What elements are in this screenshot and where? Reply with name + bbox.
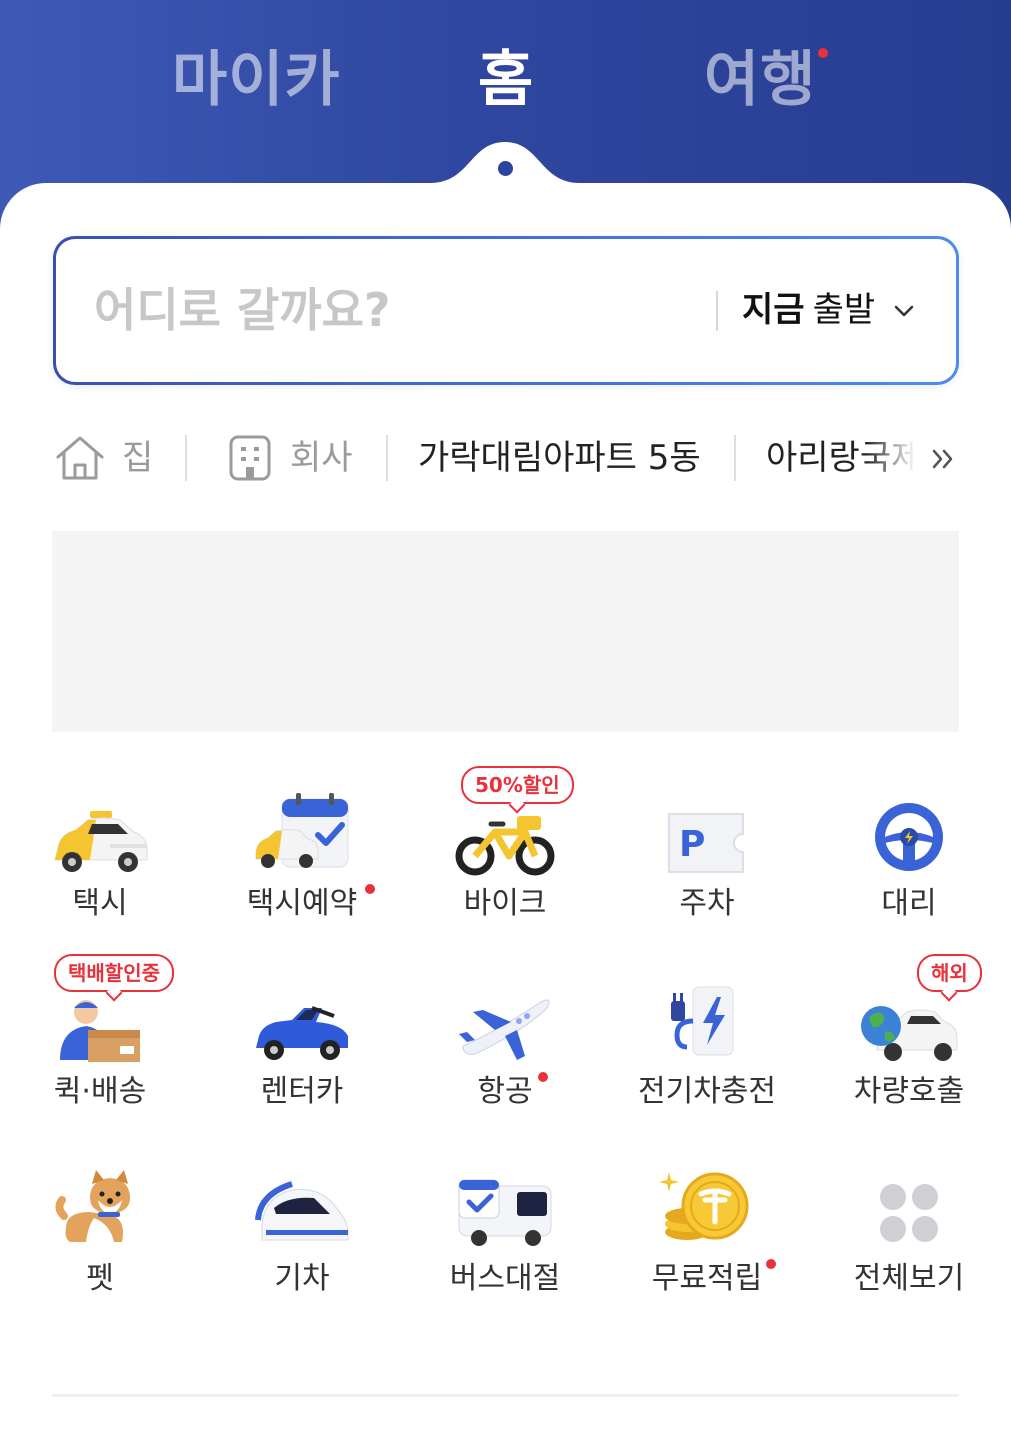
search-placeholder[interactable]: 어디로 갈까요? (94, 280, 391, 340)
shortcut-work-label: 회사 (290, 438, 353, 478)
departure-label: 출발 (812, 290, 876, 330)
bike-icon (455, 816, 555, 876)
service-label: 바이크 (463, 886, 547, 921)
service-view-all[interactable]: 전체보기 (809, 1155, 1009, 1305)
service-label: 전기차충전 (638, 1074, 776, 1109)
service-label: 항공 (477, 1074, 533, 1109)
double-chevron-right-icon[interactable] (930, 445, 958, 473)
delivery-icon (60, 1000, 140, 1062)
bus-charter-icon (458, 1179, 552, 1246)
shortcut-divider (734, 435, 736, 481)
new-dot (766, 1259, 776, 1269)
home-icon (56, 436, 104, 480)
new-dot (365, 884, 375, 894)
service-label: 택시 (72, 886, 128, 921)
service-ev-charging[interactable]: 전기차충전 (607, 968, 807, 1118)
taxi-reservation-icon (255, 793, 349, 868)
shortcut-home-label: 집 (122, 438, 154, 478)
travel-new-dot (818, 48, 828, 58)
all-menu-icon (880, 1184, 938, 1242)
service-train[interactable]: 기차 (202, 1155, 402, 1305)
departure-time-selector[interactable]: 지금 출발 (742, 285, 875, 335)
tab-indicator-notch (430, 142, 580, 190)
service-label: 버스대절 (449, 1261, 561, 1296)
service-bike[interactable]: 50%할인 바이크 (405, 766, 605, 930)
service-label: 펫 (86, 1261, 114, 1296)
pet-icon (55, 1170, 130, 1242)
service-label: 차량호출 (853, 1074, 965, 1109)
promo-banner[interactable] (52, 531, 959, 732)
shortcut-divider (185, 435, 187, 481)
shortcut-work[interactable]: 회사 (224, 425, 364, 491)
tab-home[interactable]: 홈 (478, 40, 534, 120)
service-free-points[interactable]: 무료적립 (607, 1155, 807, 1305)
steering-wheel-icon (875, 803, 943, 871)
service-label: 전체보기 (853, 1261, 965, 1296)
service-label: 대리 (881, 886, 937, 921)
section-divider (52, 1394, 959, 1397)
search-divider (716, 291, 718, 331)
favorite-places-bar: 집 회사 가락대림아파트 5동 아리랑국제 (52, 425, 962, 495)
service-label: 퀵·배송 (53, 1074, 147, 1109)
airplane-icon (459, 999, 550, 1060)
departure-time: 지금 (742, 290, 805, 330)
shortcut-home[interactable]: 집 (52, 425, 162, 491)
service-parking[interactable]: P 주차 (607, 780, 807, 930)
service-label: 기차 (274, 1261, 330, 1296)
active-tab-dot (498, 161, 513, 176)
service-designated-driver[interactable]: 대리 (809, 780, 1009, 930)
service-rental-car[interactable]: 렌터카 (202, 968, 402, 1118)
new-dot (538, 1072, 548, 1082)
destination-search-box[interactable]: 어디로 갈까요? 지금 출발 (53, 236, 959, 385)
global-car-icon (861, 1006, 958, 1061)
tab-travel[interactable]: 여행 (704, 40, 816, 120)
service-pet[interactable]: 펫 (0, 1155, 200, 1305)
service-label: 렌터카 (260, 1074, 344, 1109)
service-label: 무료적립 (651, 1261, 763, 1296)
fade-overlay (866, 425, 916, 491)
coin-icon (659, 1172, 749, 1240)
service-taxi-reservation[interactable]: 택시예약 (202, 780, 402, 930)
svg-text:P: P (679, 824, 705, 865)
service-bus-charter[interactable]: 버스대절 (405, 1155, 605, 1305)
service-label: 주차 (679, 886, 735, 921)
taxi-icon (54, 811, 148, 872)
shortcut-divider (386, 435, 388, 481)
parking-icon: P (668, 813, 744, 873)
ev-charger-icon (671, 986, 734, 1056)
service-airline[interactable]: 항공 (405, 968, 605, 1118)
shortcut-place-2[interactable]: 아리랑국제 (766, 425, 916, 491)
service-delivery[interactable]: 택배할인중 퀵·배송 (0, 954, 200, 1118)
shortcut-place-1[interactable]: 가락대림아파트 5동 (418, 425, 701, 491)
chevron-down-icon[interactable] (892, 299, 916, 323)
train-icon (255, 1181, 349, 1241)
service-taxi[interactable]: 택시 (0, 780, 200, 930)
rental-car-icon (256, 1006, 348, 1060)
building-icon (229, 435, 271, 481)
service-car-hailing-abroad[interactable]: 해외 차량호출 (809, 954, 1009, 1118)
tab-mycar[interactable]: 마이카 (172, 40, 341, 120)
